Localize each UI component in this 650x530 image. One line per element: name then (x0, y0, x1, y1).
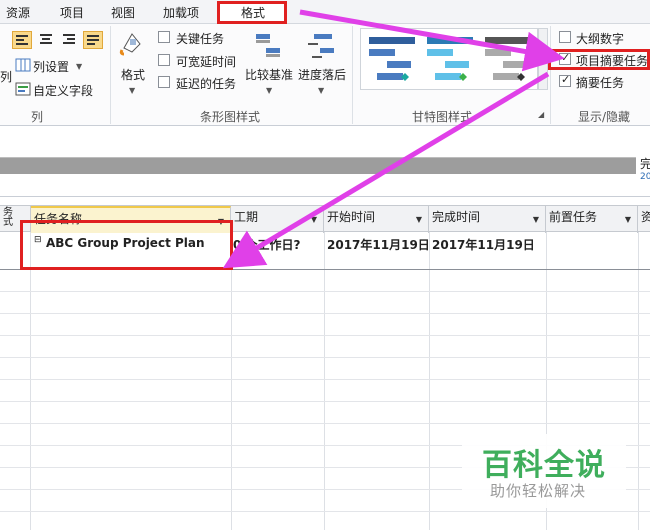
late-tasks-label[interactable]: 延迟的任务 (176, 75, 236, 92)
task-row-highlight (20, 220, 233, 270)
header-duration[interactable]: 工期 ▼ (231, 206, 324, 233)
ribbon-separator (550, 26, 551, 124)
header-predecessors-label: 前置任务 (549, 210, 598, 224)
baseline-icon[interactable] (252, 30, 284, 60)
align-right-icon[interactable] (60, 31, 80, 49)
critical-tasks-label[interactable]: 关键任务 (176, 30, 224, 47)
custom-fields-icon (15, 82, 31, 96)
grid-line (638, 232, 639, 530)
show-hide-group-label: 显示/隐藏 (578, 110, 631, 124)
slack-checkbox[interactable] (158, 54, 170, 66)
menu-bar: 资源 项目 视图 加载项 格式 (0, 0, 650, 24)
grid-line (324, 232, 325, 530)
columns-group-label: 列 (31, 110, 44, 124)
header-finish-label: 完成时间 (432, 210, 481, 224)
gallery-scrollbar[interactable] (538, 28, 548, 90)
custom-fields-button[interactable]: 自定义字段 (33, 82, 93, 99)
bar-styles-group-label: 条形图样式 (200, 110, 261, 124)
watermark-title: 百科全说 (482, 448, 606, 483)
slack-label[interactable]: 可宽延时间 (176, 53, 236, 70)
align-left-icon[interactable] (12, 31, 32, 49)
gantt-style-gallery[interactable] (360, 28, 538, 90)
column-partial-label[interactable]: 列 (0, 68, 12, 85)
duration-cell[interactable]: 0 个工作日? (233, 236, 301, 253)
wrap-text-icon[interactable] (83, 31, 103, 49)
finish-cell[interactable]: 2017年11月19日 (432, 236, 535, 253)
align-center-icon[interactable] (37, 31, 57, 49)
grid-line (429, 232, 430, 530)
header-duration-label: 工期 (234, 210, 259, 224)
critical-tasks-checkbox[interactable] (158, 31, 170, 43)
summary-tasks-checkbox[interactable] (559, 73, 571, 87)
slippage-caret-icon[interactable]: ▼ (318, 86, 324, 95)
grid-line (0, 379, 650, 380)
grid-line (231, 232, 232, 530)
slippage-button[interactable]: 进度落后 (298, 66, 346, 83)
header-start[interactable]: 开始时间 ▼ (324, 206, 429, 233)
format-paint-icon[interactable] (118, 30, 146, 56)
grid-line (0, 291, 650, 292)
tab-project[interactable]: 项目 (60, 4, 84, 21)
grid-line (0, 335, 650, 336)
column-settings-button[interactable]: 列设置 (33, 58, 69, 75)
timeline-finish-year: 20 (640, 172, 650, 182)
header-start-label: 开始时间 (327, 210, 376, 224)
tab-format[interactable]: 格式 (241, 4, 265, 21)
column-settings-caret-icon[interactable]: ▼ (76, 62, 82, 71)
tab-view[interactable]: 视图 (111, 4, 135, 21)
column-settings-icon (15, 58, 31, 72)
start-cell[interactable]: 2017年11月19日 (327, 236, 430, 253)
timeline-finish-label: 完 (640, 157, 650, 171)
gantt-style-thumb-gray[interactable] (481, 33, 535, 87)
header-finish-caret-icon[interactable]: ▼ (533, 215, 539, 224)
header-predecessors[interactable]: 前置任务 ▼ (546, 206, 638, 233)
baseline-button[interactable]: 比较基准 (245, 66, 293, 83)
format-button[interactable]: 格式 (121, 66, 145, 83)
timeline-bar[interactable] (0, 157, 636, 174)
header-resources[interactable]: 资 (638, 206, 650, 233)
header-predecessors-caret-icon[interactable]: ▼ (625, 215, 631, 224)
grid-line (0, 511, 650, 512)
baseline-caret-icon[interactable]: ▼ (266, 86, 272, 95)
tab-addins[interactable]: 加载项 (163, 4, 199, 21)
late-tasks-checkbox[interactable] (158, 76, 170, 88)
ribbon-separator (110, 26, 111, 124)
grid-line (0, 423, 650, 424)
header-duration-caret-icon[interactable]: ▼ (311, 215, 317, 224)
ribbon-separator (352, 26, 353, 124)
gantt-styles-group-label: 甘特图样式 (412, 110, 473, 124)
project-window: 资源 项目 视图 加载项 格式 列 格式 ▼ 列设置 ▼ 自定义字段 列 关键任… (0, 0, 650, 530)
slippage-icon[interactable] (306, 30, 338, 60)
project-summary-highlight (548, 49, 650, 70)
dialog-launcher-icon[interactable]: ◢ (538, 110, 544, 119)
grid-line (0, 357, 650, 358)
grid-line (0, 313, 650, 314)
gantt-style-thumb-cyan[interactable] (423, 33, 477, 87)
gantt-style-thumb-blue[interactable] (365, 33, 419, 87)
format-caret-icon[interactable]: ▼ (129, 86, 135, 95)
grid-line (30, 232, 31, 530)
outline-number-label[interactable]: 大纲数字 (576, 30, 624, 47)
tab-resources[interactable]: 资源 (6, 4, 30, 21)
header-start-caret-icon[interactable]: ▼ (416, 215, 422, 224)
grid-line (0, 401, 650, 402)
watermark: 百科全说 助你轻松解决 (462, 434, 626, 508)
watermark-subtitle: 助你轻松解决 (490, 482, 587, 500)
ribbon: 列 格式 ▼ 列设置 ▼ 自定义字段 列 关键任务 可宽延时间 延迟的任务 比较… (0, 24, 650, 126)
header-finish[interactable]: 完成时间 ▼ (429, 206, 546, 233)
summary-tasks-label[interactable]: 摘要任务 (576, 74, 624, 91)
outline-number-checkbox[interactable] (559, 31, 571, 43)
